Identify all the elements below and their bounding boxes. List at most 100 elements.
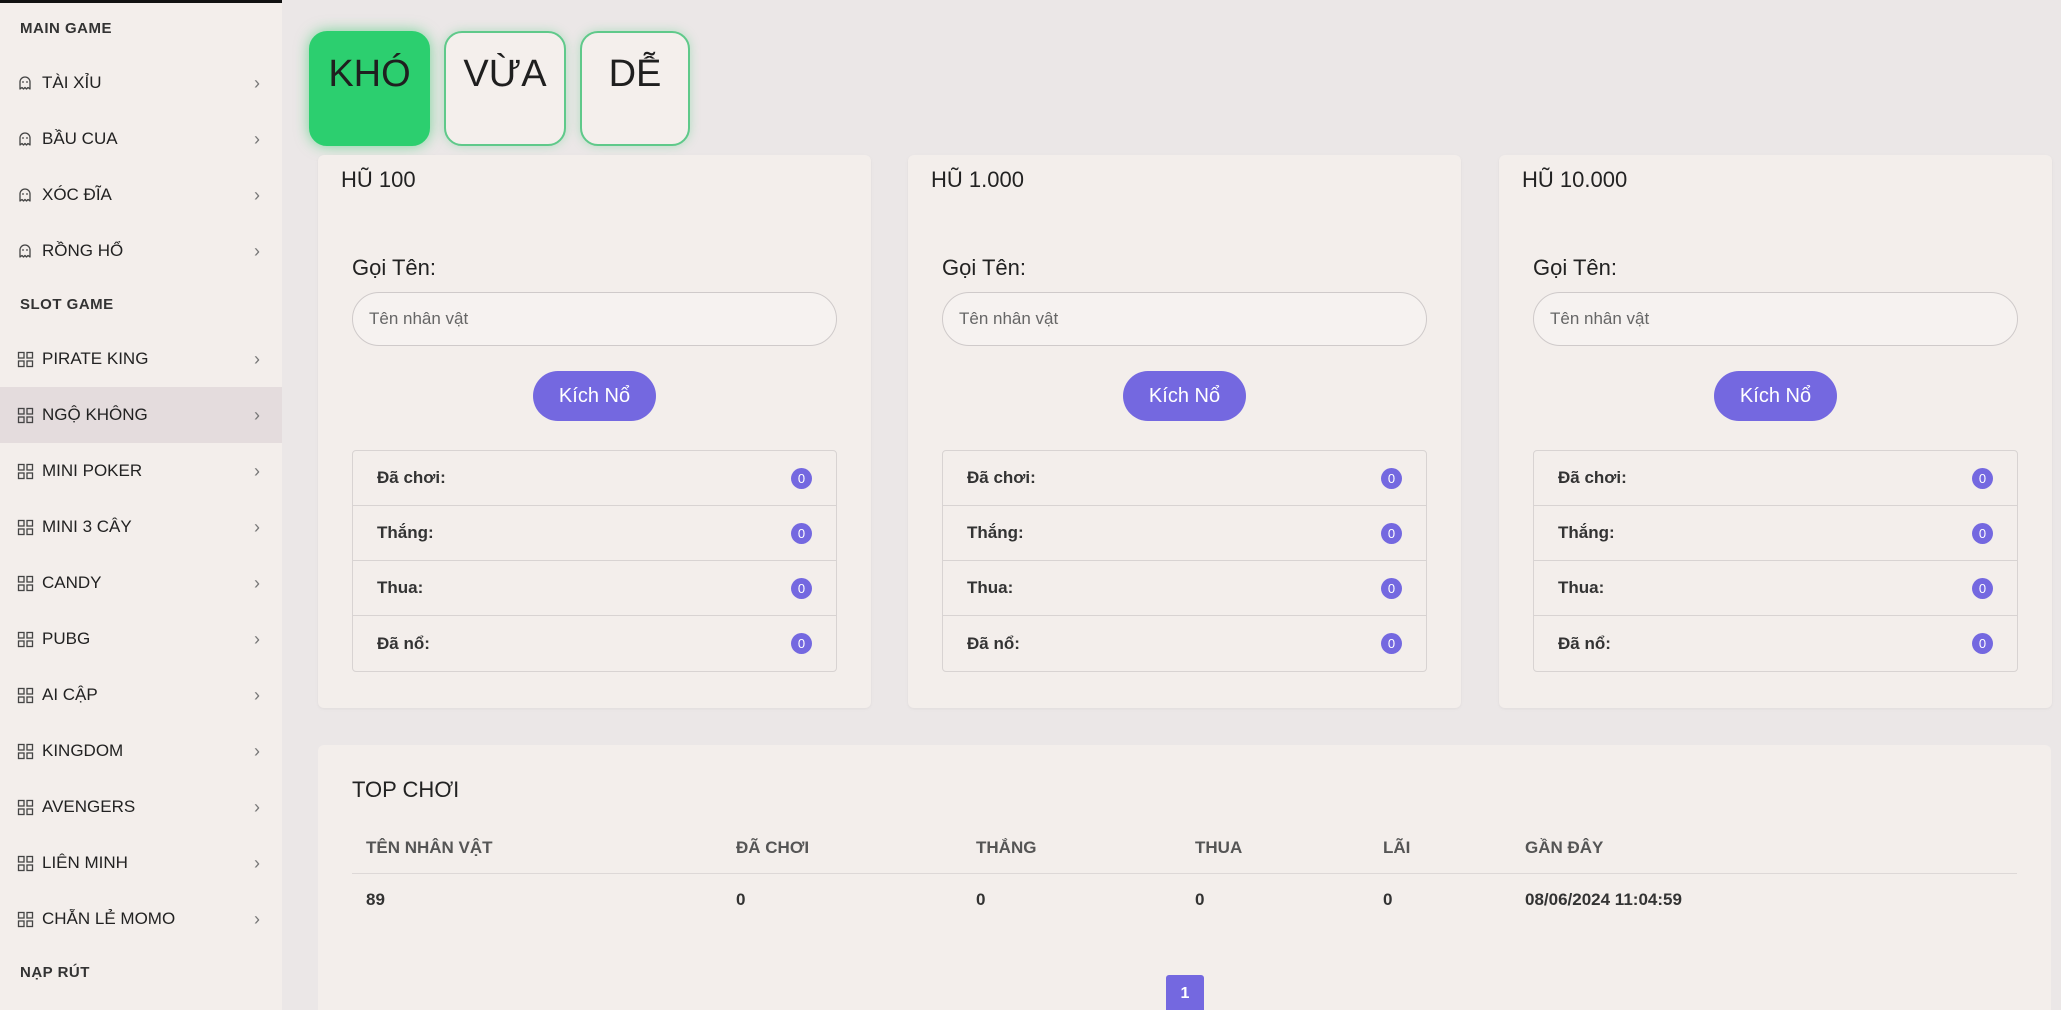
top-players-table: TÊN NHÂN VẬT ĐÃ CHƠI THẮNG THUA LÃI GẦN …	[352, 822, 2017, 926]
sidebar-section-main: MAIN GAME	[20, 20, 112, 37]
column-header-won: THẮNG	[976, 838, 1037, 857]
table-row: 89 0 0 0 0 08/06/2024 11:04:59	[352, 874, 2017, 926]
chevron-right-icon: ›	[254, 516, 260, 537]
sidebar-item[interactable]: PIRATE KING ›	[0, 331, 282, 387]
stat-badge: 0	[1972, 467, 1993, 489]
sidebar-item-label: AVENGERS	[42, 797, 136, 816]
grid-icon	[14, 684, 36, 706]
character-name-input[interactable]	[1533, 292, 2018, 346]
sidebar: MAIN GAME TÀI XỈU › BẦU CUA › XÓC ĐĨA › RỒNG H…	[0, 0, 282, 1010]
character-name-input[interactable]	[942, 292, 1427, 346]
stat-label: Đã nổ:	[1558, 633, 1611, 653]
chevron-right-icon: ›	[254, 796, 260, 817]
jackpot-card: HŨ 1.000Gọi Tên:Kích NổĐã chơi:0Thắng:0T…	[908, 155, 1461, 708]
chevron-right-icon: ›	[254, 72, 260, 93]
top-players-title: TOP CHƠI	[352, 777, 460, 802]
tab-hard[interactable]: KHÓ	[309, 31, 430, 146]
jackpot-card: HŨ 10.000 Gọi Tên: Kích Nổ Đã chơi: 0 Thắng: 0…	[1499, 155, 2052, 708]
top-players-panel: TOP CHƠI TÊN NHÂN VẬT ĐÃ CHƠI THẮNG THUA…	[318, 745, 2051, 1010]
stat-label: Thua:	[1558, 578, 1605, 597]
grid-icon	[14, 516, 36, 538]
stat-label: Đã chơi:	[1558, 468, 1627, 487]
trigger-jackpot-button[interactable]: Kích Nổ	[1123, 371, 1246, 421]
stat-badge: 0	[1381, 633, 1402, 654]
stat-badge: 0	[1972, 633, 1993, 654]
stats-table: Đã chơi: 0 Thắng: 0 Thua: 0 Đã nổ: 0	[1533, 450, 2018, 672]
stat-row: Thua: 0	[943, 561, 1426, 616]
chevron-right-icon: ›	[254, 184, 260, 205]
stat-label: Thắng:	[1558, 523, 1615, 542]
trigger-jackpot-button[interactable]: Kích Nổ	[1714, 371, 1837, 421]
chevron-right-icon: ›	[254, 460, 260, 481]
column-header-played: ĐÃ CHƠI	[736, 838, 810, 857]
stat-badge: 0	[1381, 467, 1402, 489]
sidebar-item[interactable]: KINGDOM ›	[0, 723, 282, 779]
chevron-right-icon: ›	[254, 852, 260, 873]
difficulty-tabs: KHÓ VỪA DỄ	[309, 31, 690, 146]
stat-row: Thắng: 0	[943, 506, 1426, 561]
chevron-right-icon: ›	[254, 572, 260, 593]
sidebar-item[interactable]: MINI 3 CÂY ›	[0, 499, 282, 555]
cell-recent: 08/06/2024 11:04:59	[1525, 890, 1682, 909]
stat-label: Thắng:	[967, 523, 1024, 542]
name-label: Gọi Tên:	[352, 255, 436, 280]
ghost-icon	[14, 184, 36, 206]
sidebar-item[interactable]: CHẴN LẺ MOMO ›	[0, 891, 282, 947]
tab-easy[interactable]: DỄ	[580, 31, 690, 146]
chevron-right-icon: ›	[254, 128, 260, 149]
sidebar-item[interactable]: RỒNG HỔ ›	[0, 223, 282, 279]
grid-icon	[14, 460, 36, 482]
sidebar-item-label: RỒNG HỔ	[42, 241, 124, 260]
sidebar-item-label: PIRATE KING	[42, 349, 149, 368]
stat-label: Đã nổ:	[967, 633, 1020, 653]
grid-icon	[14, 796, 36, 818]
grid-icon	[14, 572, 36, 594]
sidebar-item-label: MINI POKER	[42, 461, 143, 480]
stat-badge: 0	[791, 577, 812, 599]
chevron-right-icon: ›	[254, 240, 260, 261]
stats-table: Đã chơi: 0 Thắng: 0 Thua: 0 Đã nổ: 0	[352, 450, 837, 672]
stat-label: Thắng:	[377, 523, 434, 542]
sidebar-item[interactable]: NGỘ KHÔNG ›	[0, 387, 282, 443]
pagination-page-1[interactable]: 1	[1166, 975, 1204, 1010]
sidebar-item-label: MINI 3 CÂY	[42, 517, 132, 536]
stat-label: Đã chơi:	[377, 468, 446, 487]
sidebar-item[interactable]: CANDY ›	[0, 555, 282, 611]
ghost-icon	[14, 240, 36, 262]
stat-label: Thua:	[377, 578, 424, 597]
sidebar-item[interactable]: AI CẬP ›	[0, 667, 282, 723]
sidebar-item-label: CANDY	[42, 573, 102, 592]
name-label: Gọi Tên:	[942, 255, 1026, 280]
sidebar-item[interactable]: BẦU CUA ›	[0, 111, 282, 167]
sidebar-item[interactable]: TÀI XỈU ›	[0, 55, 282, 111]
grid-icon	[14, 908, 36, 930]
cell-lost: 0	[1195, 890, 1205, 909]
sidebar-item[interactable]: PUBG ›	[0, 611, 282, 667]
stat-row: Thắng: 0	[1534, 506, 2017, 561]
sidebar-item[interactable]: XÓC ĐĨA ›	[0, 167, 282, 223]
stat-row: Thắng: 0	[353, 506, 836, 561]
column-header-name: TÊN NHÂN VẬT	[366, 838, 493, 857]
jackpot-title: HŨ 1.000	[931, 167, 1024, 192]
stat-badge: 0	[1381, 577, 1402, 599]
grid-icon	[14, 628, 36, 650]
sidebar-item[interactable]: LIÊN MINH ›	[0, 835, 282, 891]
grid-icon	[14, 348, 36, 370]
chevron-right-icon: ›	[254, 740, 260, 761]
stat-badge: 0	[791, 522, 812, 544]
stat-row: Thua: 0	[353, 561, 836, 616]
trigger-jackpot-button[interactable]: Kích Nổ	[533, 371, 656, 421]
column-header-lost: THUA	[1195, 838, 1243, 857]
sidebar-item-label: CHẴN LẺ MOMO	[42, 909, 176, 928]
sidebar-item[interactable]: AVENGERS ›	[0, 779, 282, 835]
stat-badge: 0	[1972, 522, 1993, 544]
character-name-input[interactable]	[352, 292, 837, 346]
jackpot-card: HŨ 100Gọi Tên:Kích NổĐã chơi:0Thắng:0Thu…	[318, 155, 871, 708]
sidebar-item-label: AI CẬP	[42, 685, 98, 704]
sidebar-item[interactable]: MINI POKER ›	[0, 443, 282, 499]
chevron-right-icon: ›	[254, 908, 260, 929]
stat-label: Đã nổ:	[377, 633, 430, 653]
tab-medium[interactable]: VỪA	[444, 31, 566, 146]
sidebar-item-label: PUBG	[42, 629, 91, 648]
stat-row: Đã nổ: 0	[353, 616, 836, 671]
